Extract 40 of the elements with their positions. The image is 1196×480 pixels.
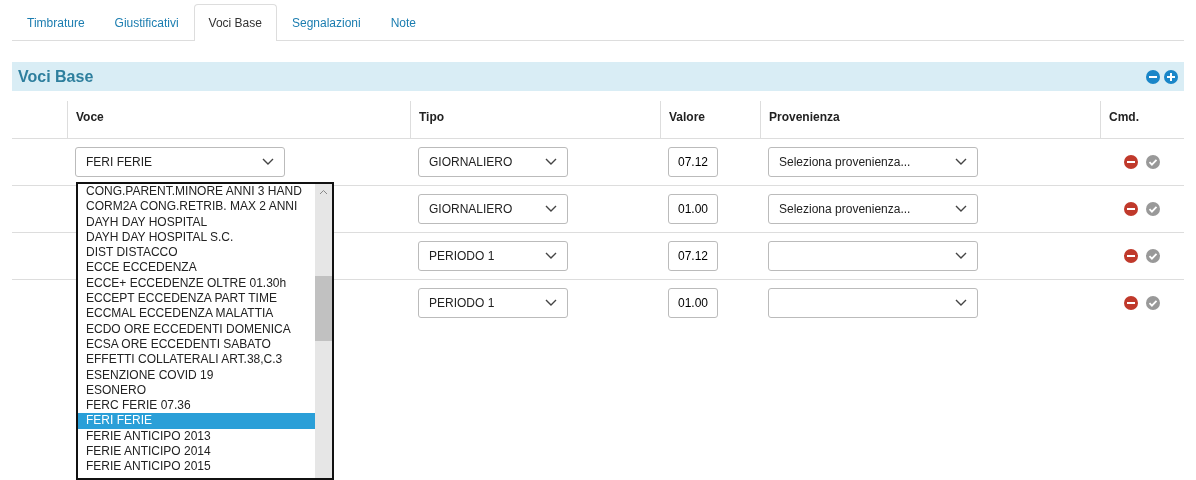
dropdown-option[interactable]: DIST DISTACCO xyxy=(78,245,315,261)
dropdown-option[interactable]: ECCEPT ECCEDENZA PART TIME xyxy=(78,291,315,307)
select-field[interactable]: Seleziona provenienza... xyxy=(768,147,978,177)
value-input[interactable]: 07.12 xyxy=(668,241,718,271)
select-field[interactable]: GIORNALIERO xyxy=(418,147,568,177)
tab[interactable]: Note xyxy=(375,4,432,41)
select-field[interactable]: PERIODO 1 xyxy=(418,288,568,318)
tab[interactable]: Timbrature xyxy=(12,4,100,41)
dropdown-option[interactable]: ESONERO xyxy=(78,382,315,399)
section-title: Voci Base xyxy=(18,66,94,87)
value-input[interactable]: 01.00 xyxy=(668,194,718,224)
dropdown-option[interactable]: ECCE ECCEDENZA xyxy=(78,260,315,276)
dropdown-option[interactable]: ECCMAL ECCEDENZA MALATTIA xyxy=(78,306,315,322)
dropdown-option[interactable]: ECCE+ ECCEDENZE OLTRE 01.30h xyxy=(78,275,315,292)
select-field[interactable]: PERIODO 1 xyxy=(418,241,568,271)
select-field[interactable]: FERI FERIE xyxy=(75,147,285,177)
dropdown-option[interactable]: EFFETTI COLLATERALI ART.38,C.3 xyxy=(78,352,315,368)
select-field[interactable]: GIORNALIERO xyxy=(418,194,568,224)
column-header: Provenienza xyxy=(769,109,840,126)
dropdown-option[interactable]: CONG.PARENT.MINORE ANNI 3 HAND xyxy=(78,184,315,200)
dropdown-option[interactable]: ESENZIONE COVID 19 xyxy=(78,367,315,383)
tab[interactable]: Giustificativi xyxy=(99,4,194,41)
dropdown-option[interactable]: ECDO ORE ECCEDENTI DOMENICA xyxy=(78,321,315,337)
dropdown-option[interactable]: CORM2A CONG.RETRIB. MAX 2 ANNI xyxy=(78,199,315,215)
dropdown-option[interactable]: FERC FERIE 07.36 xyxy=(78,398,315,414)
column-header: Tipo xyxy=(419,109,445,126)
column-header: Cmd. xyxy=(1109,109,1139,126)
dropdown-option[interactable]: DAYH DAY HOSPITAL xyxy=(78,214,315,230)
dropdown-option[interactable]: FERIE ANTICIPO 2013 xyxy=(78,428,315,445)
dropdown-option[interactable]: DAYH DAY HOSPITAL S.C. xyxy=(78,229,315,246)
dropdown-option[interactable]: FERIE ANTICIPO 2015 xyxy=(78,459,315,475)
tab[interactable]: Voci Base xyxy=(193,4,277,41)
dropdown-option[interactable]: FERIE ANTICIPO 2014 xyxy=(78,444,315,460)
select-field[interactable]: Seleziona provenienza... xyxy=(768,194,978,224)
value-input[interactable]: 07.12 xyxy=(668,147,718,177)
dropdown-option[interactable]: ECSA ORE ECCEDENTI SABATO xyxy=(78,336,315,353)
value-input[interactable]: 01.00 xyxy=(668,288,718,318)
column-header: Valore xyxy=(669,109,706,126)
column-header: Voce xyxy=(76,109,104,126)
tab[interactable]: Segnalazioni xyxy=(276,4,376,41)
